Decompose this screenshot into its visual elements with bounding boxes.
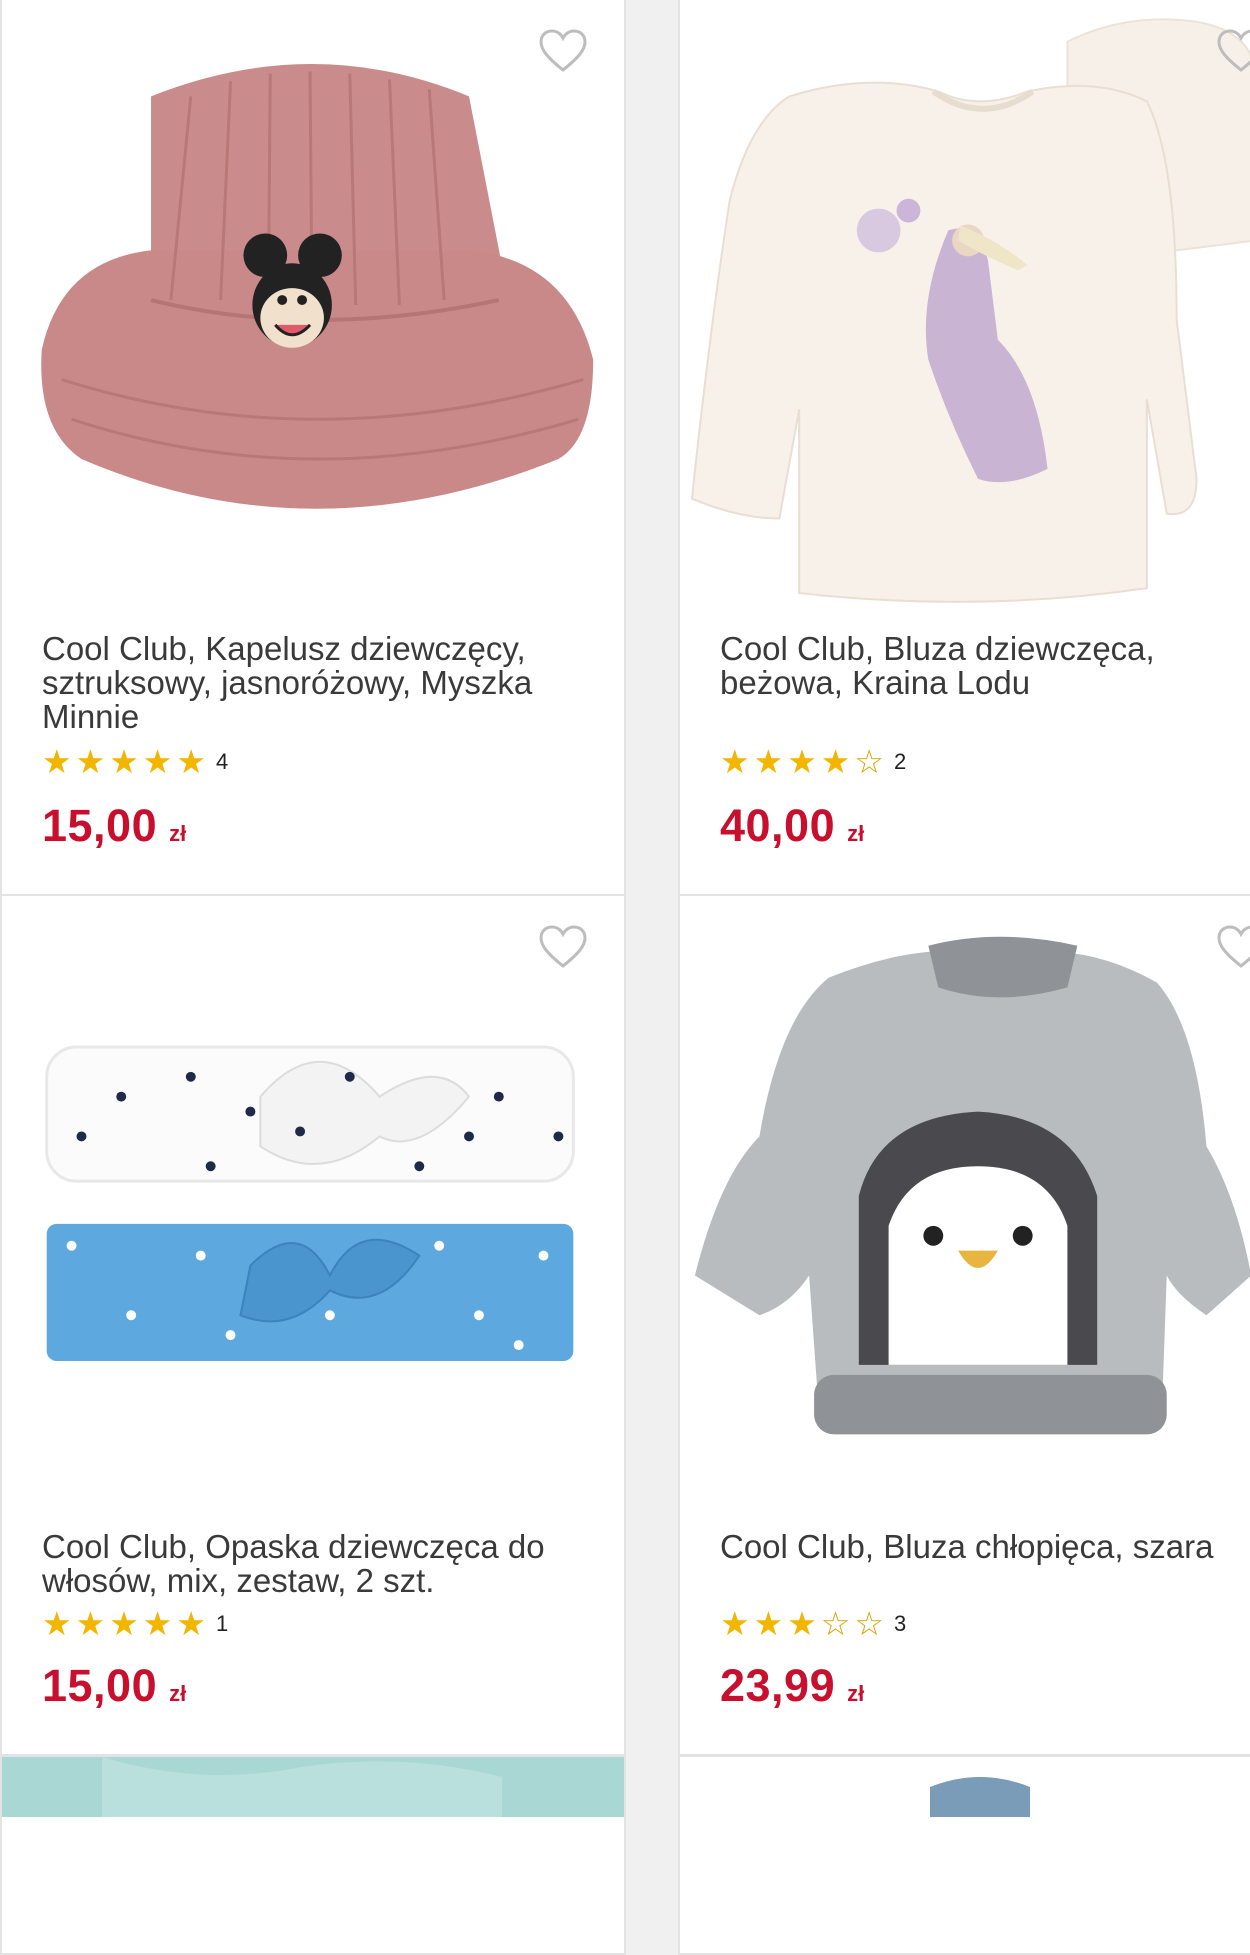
product-card[interactable] bbox=[0, 1755, 626, 1955]
product-grid: Cool Club, Kapelusz dziewczęcy, sztrukso… bbox=[0, 0, 1250, 1955]
bucket-hat-image[interactable] bbox=[2, 0, 624, 610]
product-price: 40,00 zł bbox=[720, 800, 864, 852]
rating-count: 1 bbox=[215, 1611, 229, 1636]
product-card[interactable]: Cool Club, Bluza chłopięca, szara ★ ★ ★ … bbox=[678, 894, 1250, 1756]
price-currency: zł bbox=[169, 1681, 187, 1706]
price-currency: zł bbox=[847, 1681, 865, 1706]
product-title[interactable]: Cool Club, Bluza dziewczęca, beżowa, Kra… bbox=[720, 632, 1250, 700]
star-icon: ★ bbox=[75, 1605, 106, 1642]
product-rating: ★ ★ ★ ★ ★ 4 bbox=[42, 744, 228, 780]
product-rating: ★ ★ ★ ★ ☆ 2 bbox=[720, 744, 906, 780]
rating-count: 3 bbox=[893, 1611, 907, 1636]
rating-count: 2 bbox=[893, 749, 907, 774]
star-icon: ★ bbox=[142, 743, 173, 780]
product-rating: ★ ★ ★ ★ ★ 1 bbox=[42, 1606, 228, 1642]
star-icon: ★ bbox=[176, 1605, 206, 1642]
heart-icon[interactable] bbox=[1216, 924, 1250, 970]
star-icon: ★ bbox=[176, 743, 206, 780]
star-outline-icon: ☆ bbox=[854, 1605, 884, 1642]
heart-icon[interactable] bbox=[538, 924, 588, 970]
product-price: 15,00 zł bbox=[42, 1660, 186, 1712]
price-currency: zł bbox=[169, 821, 187, 846]
heart-icon[interactable] bbox=[1216, 28, 1250, 74]
penguin-sweatshirt-image[interactable] bbox=[680, 896, 1250, 1506]
product-image[interactable] bbox=[680, 1757, 1250, 1817]
rating-count: 4 bbox=[215, 749, 229, 774]
price-amount: 15,00 bbox=[42, 800, 158, 851]
product-price: 23,99 zł bbox=[720, 1660, 864, 1712]
product-title[interactable]: Cool Club, Bluza chłopięca, szara bbox=[720, 1530, 1250, 1564]
price-amount: 23,99 bbox=[720, 1660, 836, 1711]
star-icon: ★ bbox=[753, 743, 784, 780]
star-outline-icon: ☆ bbox=[820, 1605, 851, 1642]
star-icon: ★ bbox=[820, 743, 851, 780]
sweatshirt-image[interactable] bbox=[680, 0, 1250, 610]
product-title[interactable]: Cool Club, Kapelusz dziewczęcy, sztrukso… bbox=[42, 632, 602, 734]
product-card[interactable]: Cool Club, Bluza dziewczęca, beżowa, Kra… bbox=[678, 0, 1250, 896]
price-currency: zł bbox=[847, 821, 865, 846]
product-image[interactable] bbox=[2, 1757, 626, 1817]
price-amount: 15,00 bbox=[42, 1660, 158, 1711]
star-icon: ★ bbox=[142, 1605, 173, 1642]
price-amount: 40,00 bbox=[720, 800, 836, 851]
star-outline-icon: ☆ bbox=[854, 743, 884, 780]
star-icon: ★ bbox=[787, 743, 817, 780]
star-icon: ★ bbox=[42, 1605, 72, 1642]
product-card[interactable]: Cool Club, Kapelusz dziewczęcy, sztrukso… bbox=[0, 0, 626, 896]
headband-image[interactable] bbox=[2, 896, 624, 1506]
product-title[interactable]: Cool Club, Opaska dziewczęca do włosów, … bbox=[42, 1530, 602, 1598]
product-rating: ★ ★ ★ ☆ ☆ 3 bbox=[720, 1606, 906, 1642]
star-icon: ★ bbox=[720, 743, 750, 780]
product-card[interactable] bbox=[678, 1755, 1250, 1955]
star-icon: ★ bbox=[720, 1605, 750, 1642]
product-price: 15,00 zł bbox=[42, 800, 186, 852]
star-icon: ★ bbox=[75, 743, 106, 780]
star-icon: ★ bbox=[42, 743, 72, 780]
star-icon: ★ bbox=[109, 1605, 139, 1642]
star-icon: ★ bbox=[787, 1605, 817, 1642]
heart-icon[interactable] bbox=[538, 28, 588, 74]
product-card[interactable]: Cool Club, Opaska dziewczęca do włosów, … bbox=[0, 894, 626, 1756]
star-icon: ★ bbox=[109, 743, 139, 780]
star-icon: ★ bbox=[753, 1605, 784, 1642]
